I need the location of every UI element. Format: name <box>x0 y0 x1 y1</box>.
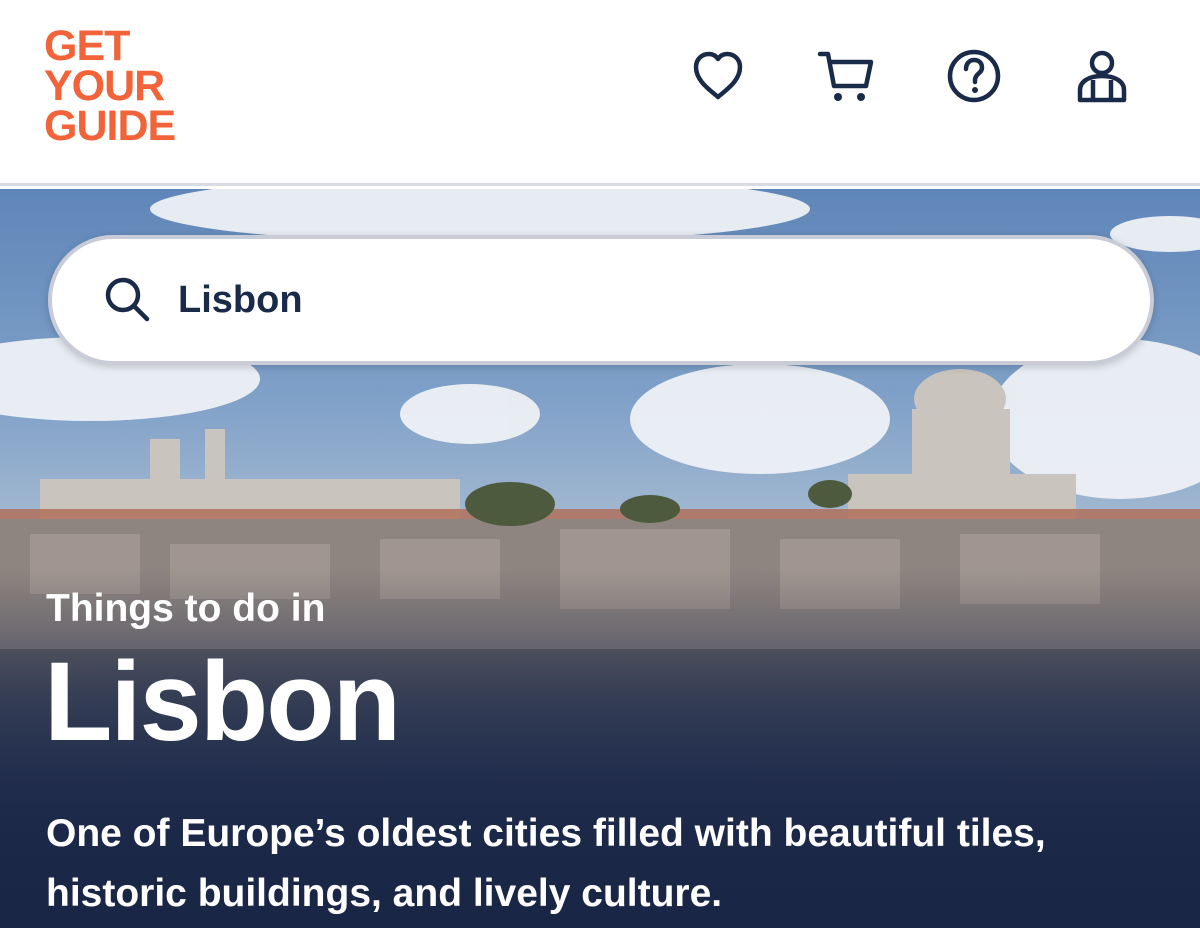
logo-line-1: GET <box>44 22 130 70</box>
wishlist-button[interactable] <box>686 44 750 108</box>
getyourguide-logo[interactable]: GET YOUR GUIDE <box>44 22 214 150</box>
cart-button[interactable] <box>814 44 878 108</box>
search-icon <box>105 277 150 322</box>
hero-subtitle: Things to do in <box>46 587 326 630</box>
search-bar[interactable] <box>48 235 1154 365</box>
cart-icon <box>817 51 874 101</box>
heart-icon <box>693 51 743 100</box>
logo-line-3: GUIDE <box>44 102 176 150</box>
hero-description: One of Europe’s oldest cities filled wit… <box>46 812 1046 915</box>
help-icon <box>947 49 1001 103</box>
header-actions <box>686 44 1134 108</box>
profile-icon <box>1077 50 1127 103</box>
logo-line-2: YOUR <box>44 62 165 110</box>
hero-banner: Things to do in Lisbon One of Europe’s o… <box>0 189 1200 928</box>
profile-button[interactable] <box>1070 44 1134 108</box>
site-header: GET YOUR GUIDE <box>0 0 1200 186</box>
search-input[interactable] <box>178 278 1078 322</box>
hero-title: Lisbon <box>44 639 401 764</box>
help-button[interactable] <box>942 44 1006 108</box>
